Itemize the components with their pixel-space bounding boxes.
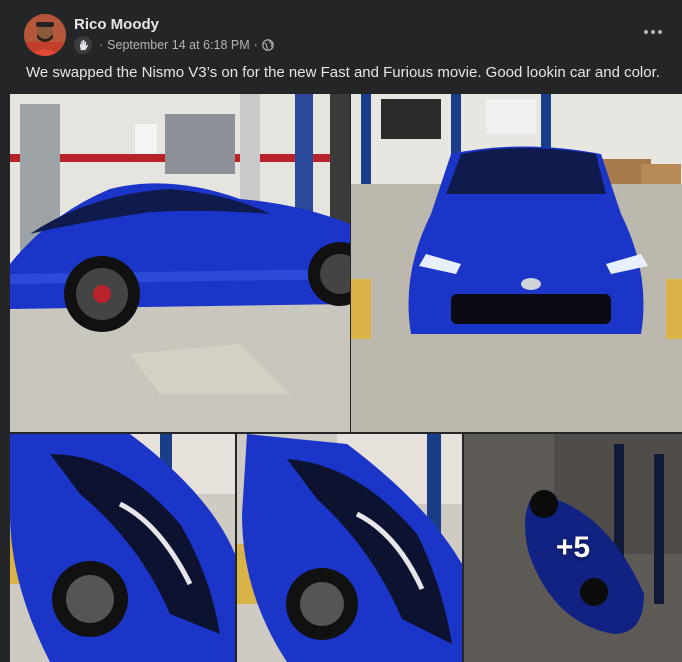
photo-car-overhead[interactable]: +5 bbox=[464, 434, 682, 662]
post-timestamp[interactable]: September 14 at 6:18 PM bbox=[107, 38, 249, 52]
photo-car-side-profile[interactable] bbox=[10, 94, 350, 432]
author-name[interactable]: Rico Moody bbox=[74, 16, 159, 33]
photo-car-rear-quarter-2[interactable] bbox=[237, 434, 462, 662]
post-caption: We swapped the Nismo V3’s on for the new… bbox=[26, 64, 660, 81]
more-options-icon[interactable] bbox=[638, 20, 668, 44]
waving-hand-icon bbox=[74, 36, 92, 54]
more-photos-overlay[interactable]: +5 bbox=[464, 434, 682, 662]
more-photos-count: +5 bbox=[555, 531, 591, 564]
photo-car-rear-quarter-1[interactable] bbox=[10, 434, 235, 662]
globe-icon bbox=[261, 39, 274, 51]
meta-separator-1: · bbox=[99, 38, 104, 52]
post-meta: · September 14 at 6:18 PM · bbox=[74, 36, 274, 54]
meta-separator-2: · bbox=[253, 38, 258, 52]
author-avatar[interactable] bbox=[24, 14, 66, 56]
photo-car-front-view[interactable] bbox=[351, 94, 682, 432]
post-card: Rico Moody · September 14 at 6:18 PM · W… bbox=[0, 0, 682, 662]
